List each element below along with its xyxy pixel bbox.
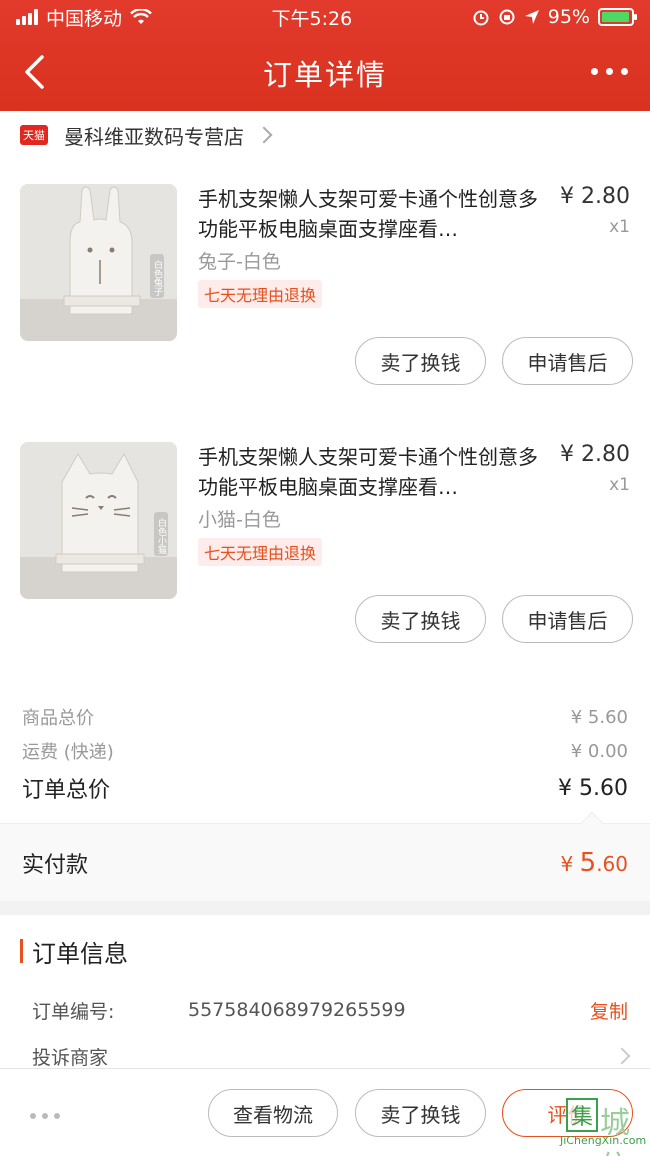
item-sku: 小猫-白色 [198, 509, 281, 531]
paid-integer: 5 [579, 847, 597, 878]
watermark-text: 城信 [600, 1106, 630, 1156]
price-summary: 商品总价 ¥ 5.60 运费 (快递) ¥ 0.00 订单总价 ¥ 5.60 [0, 700, 650, 808]
cat-stand-image: 白色小猫 [20, 442, 177, 599]
sell-for-cash-button[interactable]: 卖了换钱 [355, 595, 486, 643]
rabbit-stand-image: 白色兔子 [20, 184, 177, 341]
goods-total-label: 商品总价 [22, 708, 94, 729]
paid-currency: ¥ [560, 851, 580, 876]
item-price: ¥ 2.80 [560, 184, 630, 209]
order-info-title: 订单信息 [0, 915, 650, 987]
thumb-caption: 白色兔子 [152, 259, 163, 296]
page-title: 订单详情 [262, 57, 387, 92]
order-number-row: 订单编号: 557584068979265599 复制 [0, 987, 650, 1033]
after-sale-button[interactable]: 申请售后 [502, 337, 633, 385]
item-quantity: x1 [609, 217, 630, 237]
copy-button[interactable]: 复制 [590, 997, 628, 1024]
navbar: 订单详情 [0, 34, 650, 111]
complain-label: 投诉商家 [32, 1046, 109, 1069]
paid-decimal: .60 [596, 851, 628, 876]
order-number-value: 557584068979265599 [188, 999, 406, 1021]
watermark-char: 集 [566, 1098, 598, 1132]
paid-label: 实付款 [22, 852, 89, 878]
shop-row[interactable]: 天猫 曼科维亚数码专营店 [0, 111, 650, 159]
chevron-right-icon [613, 1047, 631, 1065]
sell-for-cash-button[interactable]: 卖了换钱 [355, 337, 486, 385]
item-sku: 兔子-白色 [198, 251, 281, 273]
section-divider [0, 901, 650, 915]
product-thumbnail[interactable]: 白色兔子 [20, 184, 177, 341]
shipping-label: 运费 (快递) [22, 742, 114, 763]
location-icon [524, 10, 539, 24]
header: 中国移动 下午5:26 95% 订单详情 [0, 0, 650, 111]
after-sale-button[interactable]: 申请售后 [502, 595, 633, 643]
signal-icon [16, 9, 38, 25]
product-thumbnail[interactable]: 白色小猫 [20, 442, 177, 599]
item-title[interactable]: 手机支架懒人支架可爱卡通个性创意多功能平板电脑桌面支撑座看… [198, 442, 550, 502]
order-item: 白色兔子 手机支架懒人支架可爱卡通个性创意多功能平板电脑桌面支撑座看… ¥ 2.… [0, 159, 650, 417]
order-total-label: 订单总价 [22, 778, 111, 803]
shipping-row: 运费 (快递) ¥ 0.00 [0, 734, 650, 768]
thumb-caption: 白色小猫 [156, 517, 167, 555]
order-number-label: 订单编号: [32, 1000, 115, 1023]
battery-percent: 95% [547, 6, 590, 28]
shipping-value: ¥ 0.00 [570, 740, 628, 762]
watermark-url: JiChengXin.com [560, 1134, 647, 1147]
return-policy-tag: 七天无理由退换 [198, 538, 323, 566]
watermark-logo: 集 城信 JiChengXin.com [534, 1094, 647, 1156]
battery-icon [597, 8, 637, 26]
paid-value: ¥ 5.60 [561, 848, 628, 878]
item-title[interactable]: 手机支架懒人支架可爱卡通个性创意多功能平板电脑桌面支撑座看… [198, 184, 550, 244]
view-logistics-button[interactable]: 查看物流 [208, 1089, 338, 1137]
carrier-text: 中国移动 [46, 7, 123, 30]
chevron-right-icon [255, 126, 273, 144]
goods-total-row: 商品总价 ¥ 5.60 [0, 700, 650, 734]
rotation-lock-icon [499, 9, 515, 25]
sell-for-cash-button[interactable]: 卖了换钱 [355, 1089, 486, 1137]
more-actions-icon[interactable] [30, 1113, 60, 1119]
notch-decoration [580, 811, 604, 835]
clock-text: 下午5:26 [271, 7, 353, 30]
status-bar: 中国移动 下午5:26 95% [0, 0, 650, 34]
item-quantity: x1 [609, 475, 630, 495]
return-policy-tag: 七天无理由退换 [198, 280, 323, 308]
wifi-icon [130, 9, 152, 24]
paid-amount-row: 实付款 ¥ 5.60 [0, 811, 650, 901]
order-info-section: 订单信息 订单编号: 557584068979265599 复制 投诉商家 [0, 915, 650, 1079]
alarm-icon [473, 10, 489, 26]
order-total-value: ¥ 5.60 [558, 775, 628, 801]
order-total-row: 订单总价 ¥ 5.60 [0, 768, 650, 808]
back-icon[interactable] [22, 54, 48, 90]
item-price: ¥ 2.80 [560, 442, 630, 467]
more-icon[interactable] [591, 68, 628, 75]
shop-name[interactable]: 曼科维亚数码专营店 [64, 121, 244, 150]
goods-total-value: ¥ 5.60 [570, 706, 628, 728]
tmall-badge: 天猫 [20, 125, 48, 145]
order-item: 白色小猫 手机支架懒人支架可爱卡通个性创意多功能平板电脑桌面支撑座看… ¥ 2.… [0, 417, 650, 675]
